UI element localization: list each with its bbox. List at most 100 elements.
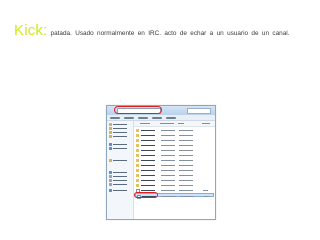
sidebar-item[interactable]: [109, 179, 127, 182]
folder-icon: [136, 143, 139, 147]
sidebar-item-label: [113, 135, 127, 138]
sidebar-item-label: [113, 143, 127, 146]
file-date: [161, 184, 175, 186]
homegroup-icon: [109, 159, 112, 162]
file-name: [141, 179, 155, 181]
file-date: [161, 179, 175, 181]
folder-icon: [136, 163, 139, 167]
file-date: [161, 189, 175, 191]
search-input[interactable]: [187, 108, 211, 114]
file-type: [179, 129, 193, 131]
file-type: [179, 169, 193, 171]
file-date: [161, 169, 175, 171]
column-date[interactable]: [160, 122, 174, 124]
folder-icon: [136, 128, 139, 132]
file-row[interactable]: [135, 183, 214, 187]
navigation-pane: [107, 121, 134, 219]
kick-title: Kick:: [14, 22, 48, 39]
file-type: [179, 154, 193, 156]
drive-icon: [109, 179, 112, 182]
file-row[interactable]: [135, 178, 214, 182]
file-name: [141, 174, 155, 176]
folder-icon: [136, 153, 139, 157]
sidebar-item-label: [113, 171, 127, 174]
folder-icon: [136, 183, 139, 187]
sidebar-item-label: [113, 183, 127, 186]
file-type: [179, 184, 193, 186]
sidebar-item-label: [113, 127, 127, 130]
folder-icon: [109, 131, 112, 134]
file-name: [141, 129, 155, 131]
sidebar-item[interactable]: [109, 127, 127, 130]
menu-new-folder[interactable]: [166, 116, 176, 119]
file-size: [203, 189, 208, 191]
file-type: [179, 139, 193, 141]
file-date: [161, 129, 175, 131]
file-date: [161, 154, 175, 156]
file-date: [161, 149, 175, 151]
sidebar-item-label: [113, 131, 127, 134]
sidebar-item[interactable]: [109, 143, 127, 146]
file-type: [179, 159, 193, 161]
file-row[interactable]: [135, 153, 214, 157]
sidebar-item[interactable]: [109, 175, 127, 178]
sidebar-item[interactable]: [109, 189, 127, 192]
file-row[interactable]: [135, 128, 214, 132]
file-row[interactable]: [135, 163, 214, 167]
file-date: [161, 174, 175, 176]
file-type: [179, 144, 193, 146]
menu-burn[interactable]: [152, 116, 162, 119]
sidebar-item[interactable]: [109, 135, 127, 138]
file-type: [179, 189, 193, 191]
sidebar-item-label: [113, 159, 127, 162]
file-row[interactable]: [135, 143, 214, 147]
file-name: [141, 184, 155, 186]
sidebar-item-label: [113, 175, 127, 178]
file-name: [141, 139, 155, 141]
menu-share[interactable]: [138, 116, 148, 119]
folder-icon: [109, 127, 112, 130]
menu-organize[interactable]: [110, 116, 120, 119]
file-name: [141, 189, 155, 191]
menu-include[interactable]: [124, 116, 134, 119]
column-type[interactable]: [178, 122, 184, 124]
folder-icon: [136, 173, 139, 177]
computer-icon: [109, 171, 112, 174]
sidebar-item[interactable]: [109, 147, 127, 150]
column-size[interactable]: [202, 122, 210, 124]
file-row[interactable]: [135, 133, 214, 137]
sidebar-item-label: [113, 123, 127, 126]
file-date: [161, 134, 175, 136]
sidebar-item[interactable]: [109, 171, 127, 174]
file-size: [204, 195, 209, 197]
file-list: [134, 121, 215, 219]
file-name: [141, 169, 155, 171]
folder-icon: [109, 135, 112, 138]
sidebar-item-label: [113, 189, 127, 192]
folder-icon: [136, 148, 139, 152]
column-header: [134, 121, 215, 127]
sidebar-item[interactable]: [109, 131, 127, 134]
file-row[interactable]: [135, 138, 214, 142]
file-row[interactable]: [135, 168, 214, 172]
file-date: [161, 144, 175, 146]
folder-icon: [136, 168, 139, 172]
explorer-screenshot: [106, 105, 216, 220]
file-date: [161, 139, 175, 141]
title-bar: [107, 106, 215, 115]
sidebar-item-label: [113, 179, 127, 182]
sidebar-item[interactable]: [109, 159, 127, 162]
file-row[interactable]: [135, 158, 214, 162]
file-name: [141, 159, 155, 161]
sidebar-item[interactable]: [109, 123, 127, 126]
sidebar-item[interactable]: [109, 183, 127, 186]
folder-icon: [136, 138, 139, 142]
slide-heading: Kick: patada. Usado normalmente en IRC. a…: [14, 22, 314, 40]
file-date: [161, 159, 175, 161]
file-row[interactable]: [135, 148, 214, 152]
file-date: [161, 164, 175, 166]
file-row[interactable]: [135, 173, 214, 177]
kick-description: patada. Usado normalmente en IRC. acto d…: [50, 30, 290, 37]
column-name[interactable]: [140, 122, 150, 124]
library-icon: [109, 143, 112, 146]
